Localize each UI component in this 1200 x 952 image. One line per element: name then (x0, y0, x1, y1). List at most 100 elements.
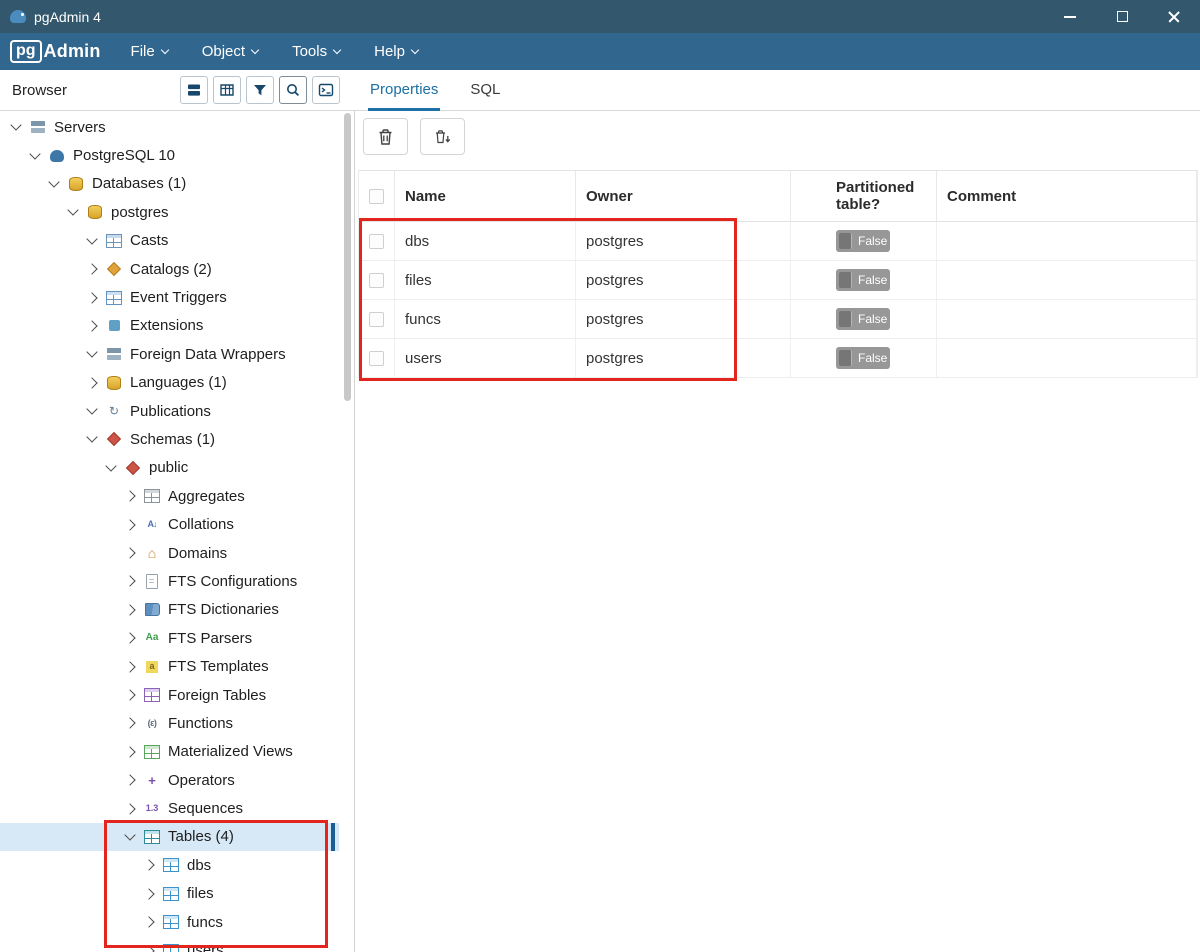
chevron-right-icon[interactable] (124, 802, 136, 815)
row-checkbox[interactable] (369, 272, 384, 288)
chevron-down-icon[interactable] (86, 431, 98, 444)
tree-item-servers[interactable]: Servers (0, 113, 354, 141)
tree-scrollbar[interactable] (344, 113, 351, 401)
table-row-users[interactable]: users postgres False (359, 339, 1197, 378)
column-header-partitioned-table[interactable]: Partitioned table? (791, 171, 937, 221)
tree-item-fts-configurations[interactable]: FTS Configurations (0, 567, 354, 595)
chevron-right-icon[interactable] (124, 490, 136, 502)
close-button[interactable] (1148, 0, 1200, 33)
tree-item-databases-1[interactable]: Databases (1) (0, 170, 354, 198)
row-checkbox[interactable] (369, 233, 384, 249)
grid-icon-button[interactable] (213, 76, 241, 104)
table-row-files[interactable]: files postgres False (359, 261, 1197, 300)
partitioned-toggle[interactable]: False (836, 230, 890, 252)
tree-item-users[interactable]: users (0, 936, 354, 952)
chevron-right-icon[interactable] (124, 632, 136, 644)
chevron-right-icon[interactable] (86, 320, 98, 332)
tree-item-foreign-data-wrappers[interactable]: Foreign Data Wrappers (0, 340, 354, 368)
chevron-down-icon[interactable] (29, 147, 41, 160)
tree-item-postgresql-10[interactable]: PostgreSQL 10 (0, 141, 354, 169)
tab-properties[interactable]: Properties (368, 70, 441, 111)
cell-comment (937, 261, 1197, 299)
chevron-right-icon[interactable] (143, 944, 155, 952)
tree-item-collations[interactable]: A↓ Collations (0, 510, 354, 538)
tree-item-catalogs-2[interactable]: Catalogs (2) (0, 255, 354, 283)
chevron-right-icon[interactable] (124, 518, 136, 531)
chevron-right-icon[interactable] (143, 859, 155, 872)
chevron-right-icon[interactable] (86, 291, 98, 304)
chevron-right-icon[interactable] (124, 717, 136, 730)
tree-item-publications[interactable]: ↻ Publications (0, 397, 354, 425)
minimize-button[interactable] (1044, 0, 1096, 33)
tab-sql[interactable]: SQL (468, 70, 502, 111)
filter-icon-button[interactable] (246, 76, 274, 104)
tables-icon (143, 829, 161, 845)
terminal-icon-button[interactable] (312, 76, 340, 104)
chevron-right-icon[interactable] (124, 547, 136, 559)
tree-item-foreign-tables[interactable]: Foreign Tables (0, 681, 354, 709)
column-header-name[interactable]: Name (395, 171, 576, 221)
chevron-down-icon[interactable] (86, 233, 98, 245)
search-icon-button[interactable] (279, 76, 307, 104)
chevron-down-icon[interactable] (124, 829, 136, 841)
column-header-comment[interactable]: Comment (937, 171, 1197, 221)
tree-item-label: public (149, 459, 189, 477)
tree-item-schemas-1[interactable]: Schemas (1) (0, 425, 354, 453)
chevron-right-icon[interactable] (124, 575, 136, 588)
chevron-right-icon[interactable] (124, 689, 136, 701)
casts-icon (105, 233, 123, 249)
table-row-dbs[interactable]: dbs postgres False (359, 222, 1197, 261)
chevron-down-icon[interactable] (48, 176, 60, 188)
tree-item-dbs[interactable]: dbs (0, 851, 354, 879)
chevron-down-icon[interactable] (67, 204, 79, 217)
menu-help[interactable]: Help (374, 43, 420, 60)
select-all-checkbox[interactable] (369, 188, 384, 204)
chevron-right-icon[interactable] (143, 888, 155, 900)
tree-item-operators[interactable]: + Operators (0, 766, 354, 794)
tree-item-languages-1[interactable]: Languages (1) (0, 369, 354, 397)
chevron-right-icon[interactable] (124, 604, 136, 616)
chevron-right-icon[interactable] (86, 263, 98, 275)
chevron-down-icon (160, 45, 169, 54)
chevron-down-icon[interactable] (10, 119, 22, 131)
partitioned-toggle[interactable]: False (836, 308, 890, 330)
chevron-right-icon[interactable] (124, 660, 136, 673)
tree-item-funcs[interactable]: funcs (0, 908, 354, 936)
drop-cascade-button[interactable] (420, 118, 465, 155)
chevron-right-icon[interactable] (124, 746, 136, 758)
column-header-owner[interactable]: Owner (576, 171, 791, 221)
tree-item-functions[interactable]: (ε) Functions (0, 709, 354, 737)
tree-item-extensions[interactable]: Extensions (0, 312, 354, 340)
tree-item-tables-4[interactable]: Tables (4) (0, 822, 354, 852)
chevron-down-icon[interactable] (86, 346, 98, 358)
tree-item-public[interactable]: public (0, 454, 354, 482)
tree-item-sequences[interactable]: 1.3 Sequences (0, 794, 354, 822)
table-row-funcs[interactable]: funcs postgres False (359, 300, 1197, 339)
tree-item-casts[interactable]: Casts (0, 227, 354, 255)
tree-item-event-triggers[interactable]: Event Triggers (0, 283, 354, 311)
browser-tree-toolbar (180, 76, 340, 104)
tree-item-fts-parsers[interactable]: Aa FTS Parsers (0, 624, 354, 652)
menu-tools[interactable]: Tools (292, 43, 342, 60)
tree-item-aggregates[interactable]: Aggregates (0, 482, 354, 510)
chevron-down-icon[interactable] (105, 460, 117, 472)
partitioned-toggle[interactable]: False (836, 347, 890, 369)
chevron-right-icon[interactable] (86, 377, 98, 389)
maximize-button[interactable] (1096, 0, 1148, 33)
tree-item-files[interactable]: files (0, 880, 354, 908)
tree-item-domains[interactable]: ⌂ Domains (0, 539, 354, 567)
chevron-right-icon[interactable] (124, 774, 136, 786)
tree-item-postgres[interactable]: postgres (0, 198, 354, 226)
chevron-right-icon[interactable] (143, 916, 155, 928)
tree-item-fts-templates[interactable]: a FTS Templates (0, 652, 354, 680)
tree-item-fts-dictionaries[interactable]: FTS Dictionaries (0, 596, 354, 624)
menu-file[interactable]: File (131, 43, 169, 60)
row-checkbox[interactable] (369, 350, 384, 366)
tree-item-materialized-views[interactable]: Materialized Views (0, 738, 354, 766)
menu-object[interactable]: Object (202, 43, 260, 60)
partitioned-toggle[interactable]: False (836, 269, 890, 291)
row-checkbox[interactable] (369, 311, 384, 327)
database-stack-icon-button[interactable] (180, 76, 208, 104)
delete-button[interactable] (363, 118, 408, 155)
chevron-down-icon[interactable] (86, 403, 98, 415)
